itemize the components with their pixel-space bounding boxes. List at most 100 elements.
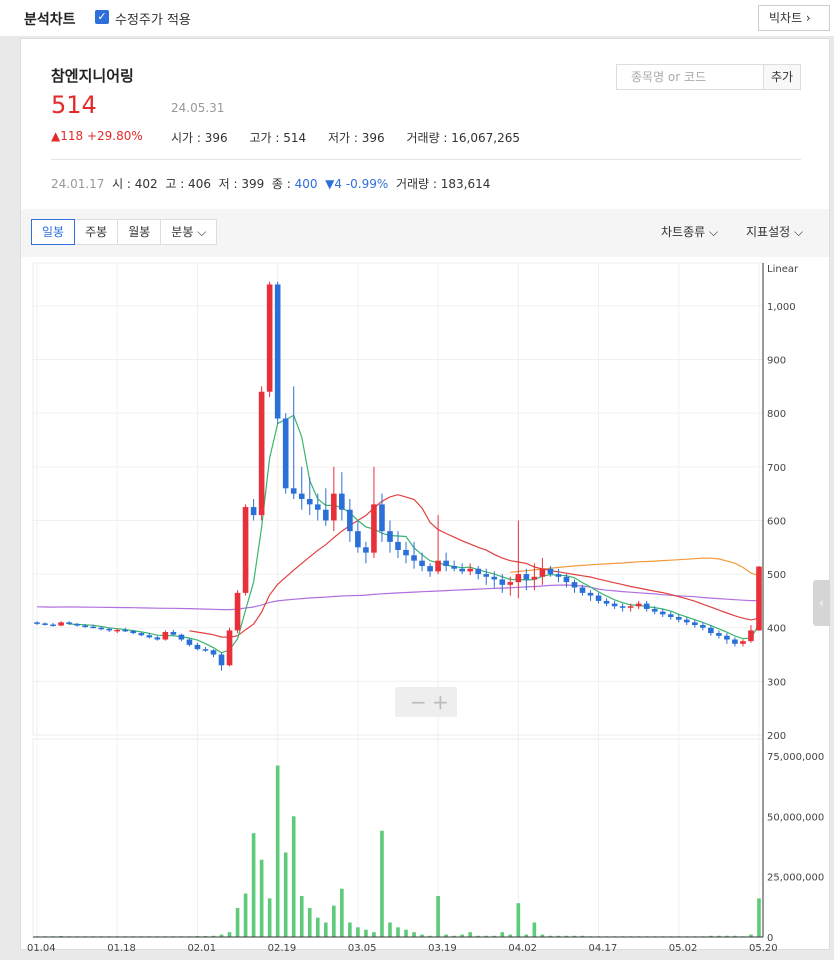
chart-toolbar: 일봉 주봉 월봉 분봉 ⌵ 차트종류 ⌵ 지표설정 ⌵ xyxy=(21,209,829,257)
candle-body xyxy=(611,603,618,607)
candle-body xyxy=(603,600,610,604)
stock-name: 참엔지니어링 xyxy=(51,67,134,85)
candle-body xyxy=(563,576,570,583)
candle-body xyxy=(226,630,233,666)
candle-body xyxy=(419,560,425,567)
axes: Linear 1,000 900 800 700 600 500 400 300 200 75,00… xyxy=(27,263,824,951)
candle-body xyxy=(692,622,698,626)
candle-body xyxy=(547,568,554,575)
volume-bar xyxy=(436,895,440,937)
volume-bar xyxy=(372,932,376,937)
chart-type-menu[interactable]: 차트종류 ⌵ xyxy=(661,223,718,240)
x-tick-label: 03.05 xyxy=(348,943,377,951)
candle-body xyxy=(740,641,746,644)
candle-body xyxy=(499,579,506,585)
x-tick-label: 01.18 xyxy=(107,943,136,951)
volume-bar xyxy=(388,922,392,937)
candle-body xyxy=(475,568,482,575)
candle-body xyxy=(42,623,48,625)
volume-bar xyxy=(291,816,296,937)
hover-volume: 거래량 : 183,614 xyxy=(395,177,491,191)
volume-bar xyxy=(532,922,537,937)
volume-bar xyxy=(235,908,240,937)
volume-bar xyxy=(516,903,521,937)
chart-panel: 참엔지니어링 514 24.05.31 ▲118 +29.80% 시가 : 39… xyxy=(20,38,830,951)
ma20-line xyxy=(189,494,760,638)
volume-bars xyxy=(35,765,761,937)
candle-body xyxy=(282,418,289,489)
candle-body xyxy=(347,509,353,532)
trade-volume: 거래량 : 16,067,265 xyxy=(406,131,521,145)
tab-weekly[interactable]: 주봉 xyxy=(74,219,119,245)
candle-body xyxy=(290,488,297,494)
volume-bar xyxy=(332,905,336,937)
candle-body xyxy=(539,568,546,577)
add-stock-button[interactable]: 추가 xyxy=(763,64,801,90)
volume-bar xyxy=(348,922,352,937)
candle-body xyxy=(708,627,714,634)
candle-body xyxy=(250,507,257,516)
candle-body xyxy=(34,622,40,624)
price-tick-label: 600 xyxy=(767,516,786,527)
price-tick-label: 800 xyxy=(767,409,786,420)
candle-body xyxy=(371,504,377,553)
volume-bar xyxy=(315,917,320,937)
big-chart-button[interactable]: 빅차트 › xyxy=(758,5,830,31)
tab-minute[interactable]: 분봉 ⌵ xyxy=(160,219,218,245)
candle-body xyxy=(138,633,145,636)
adjusted-price-label[interactable]: 수정주가 적용 xyxy=(115,9,191,28)
volume-bar xyxy=(323,922,328,937)
period-tabs: 일봉 주봉 월봉 분봉 ⌵ xyxy=(31,219,218,245)
volume-bar xyxy=(283,852,288,937)
hover-low: 저 : 399 xyxy=(218,177,265,191)
top-bar: 분석차트 ✓ 수정주가 적용 빅차트 › xyxy=(0,0,834,36)
volume-bar xyxy=(468,932,473,937)
volume-bar xyxy=(500,932,505,937)
volume-bar xyxy=(259,859,264,937)
tab-daily[interactable]: 일봉 xyxy=(31,219,76,245)
candles xyxy=(34,281,762,671)
price-tick-label: 300 xyxy=(767,677,786,688)
candle-body xyxy=(130,630,137,634)
candle-body xyxy=(748,630,754,642)
zoom-control[interactable]: − + xyxy=(395,687,457,717)
candle-body xyxy=(274,284,281,419)
candle-body xyxy=(587,592,594,596)
volume-bar xyxy=(380,830,384,937)
candle-body xyxy=(395,541,401,550)
candle-body xyxy=(571,582,578,588)
volume-bar xyxy=(396,927,400,937)
tab-monthly[interactable]: 월봉 xyxy=(117,219,162,245)
candle-body xyxy=(716,633,722,636)
candle-body xyxy=(154,637,161,640)
candle-body xyxy=(491,576,498,580)
candle-body xyxy=(58,622,64,626)
scale-label: Linear xyxy=(767,264,799,275)
candle-body xyxy=(651,608,658,612)
candle-body xyxy=(427,566,433,572)
candle-body xyxy=(507,582,514,585)
stock-search-input[interactable]: 종목명 or 코드 xyxy=(616,64,764,90)
hover-date: 24.01.17 xyxy=(51,177,105,191)
hover-close-label: 종 : xyxy=(271,177,291,191)
candle-body xyxy=(724,635,730,640)
x-tick-label: 02.19 xyxy=(268,943,297,951)
candle-body xyxy=(531,576,538,580)
indicator-menu[interactable]: 지표설정 ⌵ xyxy=(746,223,803,240)
price-tick-label: 1,000 xyxy=(767,302,796,313)
x-tick-label: 04.17 xyxy=(589,943,618,951)
candle-body xyxy=(627,606,634,608)
volume-bar xyxy=(227,932,232,937)
candle-body xyxy=(732,639,738,644)
volume-bar xyxy=(299,895,304,937)
candle-body xyxy=(379,504,385,532)
side-collapse-handle[interactable]: ‹ xyxy=(813,580,830,626)
adjusted-price-checkbox[interactable]: ✓ xyxy=(95,10,109,24)
candle-body xyxy=(74,623,80,626)
candle-body xyxy=(122,629,129,632)
candle-body xyxy=(258,391,265,516)
candle-body xyxy=(194,644,201,650)
chart-grid xyxy=(32,262,764,938)
price-volume-chart[interactable]: Linear 1,000 900 800 700 600 500 400 300 200 75,00… xyxy=(21,257,829,951)
volume-tick-label: 50,000,000 xyxy=(767,812,824,823)
